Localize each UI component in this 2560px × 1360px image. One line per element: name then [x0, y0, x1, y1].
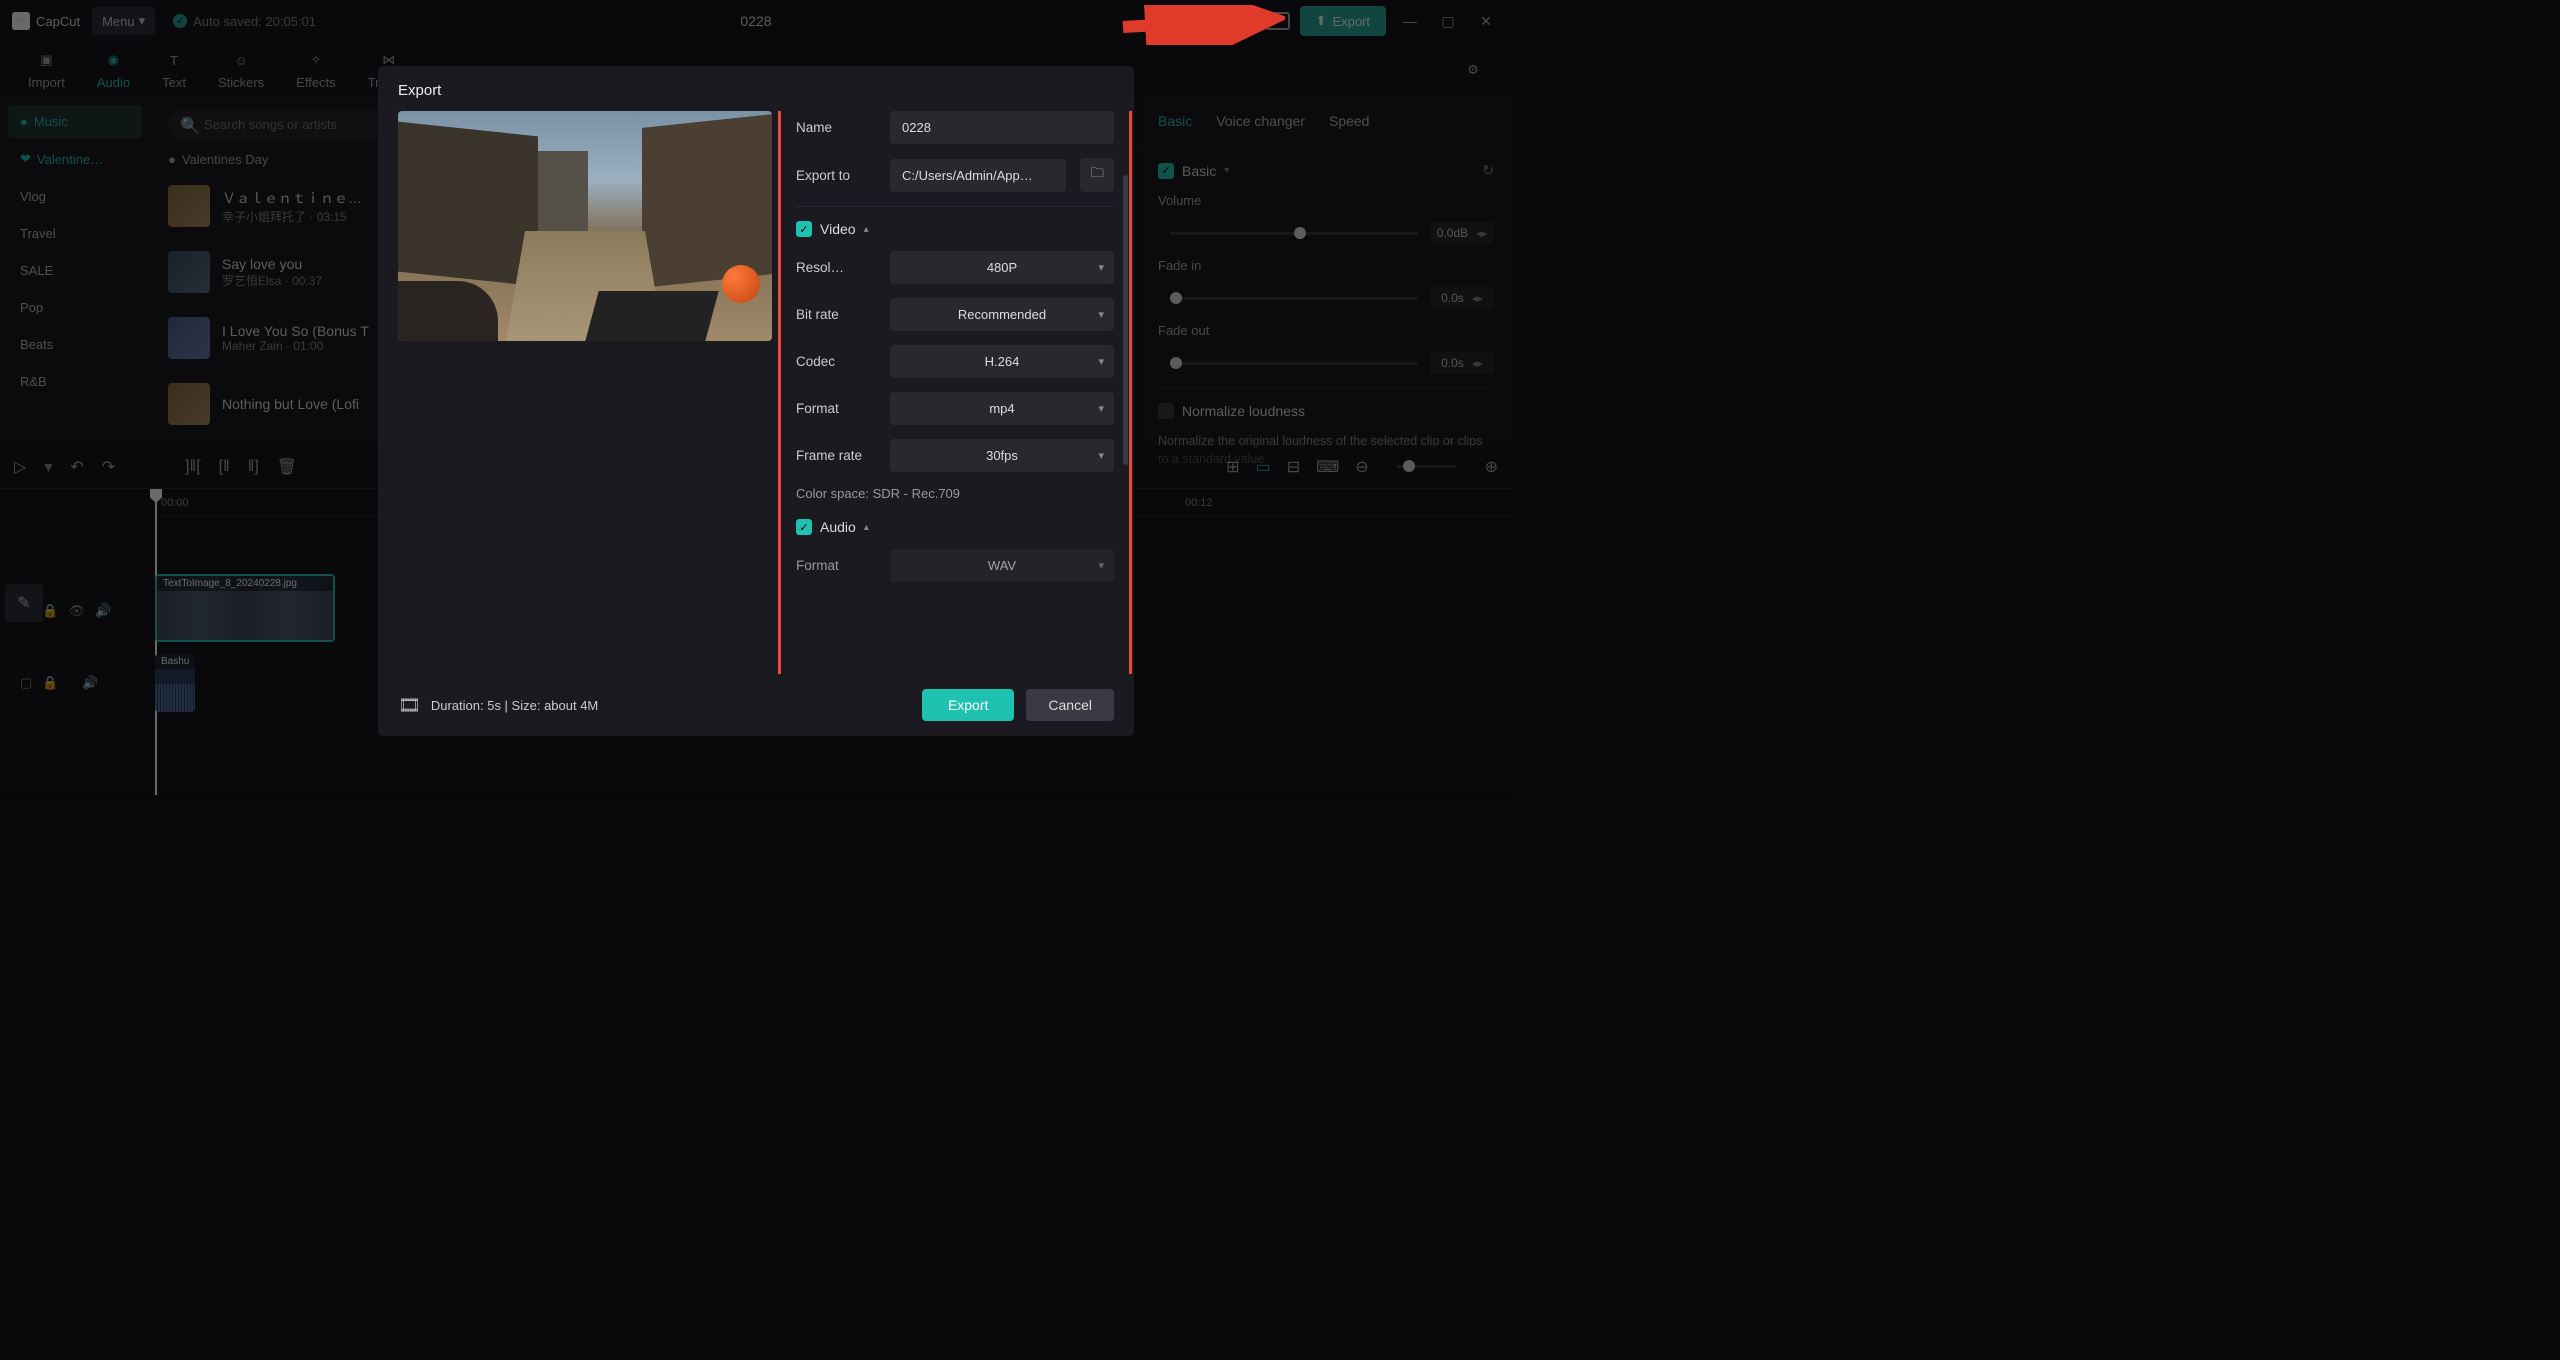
scrollbar[interactable]	[1123, 175, 1128, 465]
codec-select[interactable]: H.264▾	[890, 345, 1114, 378]
format-select[interactable]: mp4▾	[890, 392, 1114, 425]
bitrate-select[interactable]: Recommended▾	[890, 298, 1114, 331]
folder-icon: 🗀	[1090, 164, 1103, 186]
export-preview-image	[398, 111, 772, 341]
audio-format-select[interactable]: WAV▾	[890, 549, 1114, 582]
chevron-down-icon: ▾	[1098, 355, 1104, 368]
modal-export-button[interactable]: Export	[922, 689, 1014, 721]
browse-folder-button[interactable]: 🗀	[1080, 158, 1114, 192]
chevron-down-icon: ▾	[1098, 261, 1104, 274]
video-export-checkbox[interactable]: ✓	[796, 221, 812, 237]
chevron-down-icon: ▾	[1098, 402, 1104, 415]
colorspace-info: Color space: SDR - Rec.709	[796, 486, 1114, 501]
chevron-up-icon: ▴	[864, 522, 869, 533]
export-path-input[interactable]: C:/Users/Admin/App…	[890, 159, 1066, 192]
chevron-up-icon: ▴	[864, 224, 869, 235]
resolution-select[interactable]: 480P▾	[890, 251, 1114, 284]
modal-title: Export	[378, 66, 1134, 111]
chevron-down-icon: ▾	[1098, 449, 1104, 462]
export-footer-info: 🎞 Duration: 5s | Size: about 4M	[398, 695, 598, 716]
export-modal: Export Name Export to C:/Users/Admin	[378, 66, 1134, 736]
chevron-down-icon: ▾	[1098, 308, 1104, 321]
export-form: Name Export to C:/Users/Admin/App… 🗀 ✓Vi…	[796, 111, 1114, 674]
framerate-select[interactable]: 30fps▾	[890, 439, 1114, 472]
export-name-input[interactable]	[890, 111, 1114, 144]
film-icon: 🎞	[398, 695, 421, 716]
chevron-down-icon: ▾	[1098, 559, 1104, 572]
modal-cancel-button[interactable]: Cancel	[1026, 689, 1114, 721]
audio-export-checkbox[interactable]: ✓	[796, 519, 812, 535]
